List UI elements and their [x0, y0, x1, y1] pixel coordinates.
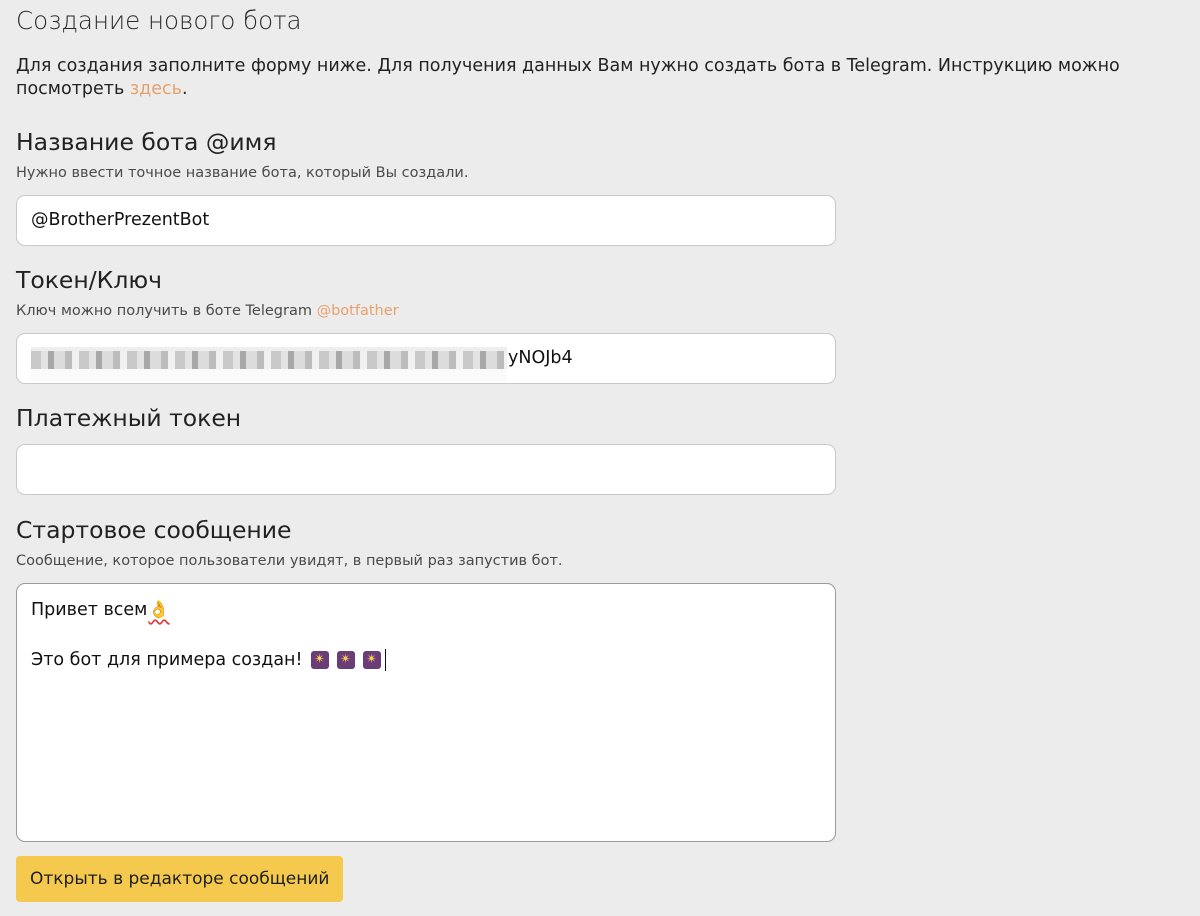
start-message-hint: Сообщение, которое пользователи увидят, … — [16, 553, 563, 569]
start-message-label: Стартовое сообщение — [16, 516, 292, 544]
token-hint-text: Ключ можно получить в боте Telegram — [16, 303, 317, 319]
bot-name-label: Название бота @имя — [16, 128, 277, 156]
botfather-link[interactable]: @botfather — [317, 303, 399, 319]
token-label: Токен/Ключ — [16, 266, 163, 294]
ok-hand-icon: 👌 — [148, 600, 170, 620]
message-line-1: Привет всем 👌 — [31, 600, 170, 620]
sparkle-icon: ✴ — [310, 651, 329, 669]
sparkle-icon: ✴ — [336, 651, 355, 669]
sparkle-icon: ✴ — [362, 651, 381, 669]
message-greeting: Привет всем — [31, 600, 148, 620]
bot-name-input[interactable]: @BrotherPrezentBot — [16, 195, 836, 246]
token-input[interactable]: yNOJb4 — [16, 333, 836, 384]
redacted-token — [31, 347, 507, 381]
instruction-link[interactable]: здесь — [130, 79, 182, 99]
message-line-2: Это бот для примера создан! ✴ ✴ ✴ — [31, 649, 386, 671]
payment-token-input[interactable] — [16, 444, 836, 495]
payment-token-label: Платежный токен — [16, 404, 242, 432]
page-title: Создание нового бота — [16, 6, 302, 35]
start-message-textarea[interactable]: Привет всем 👌 Это бот для примера создан!… — [16, 583, 836, 842]
message-body: Это бот для примера создан! — [31, 650, 303, 670]
token-hint: Ключ можно получить в боте Telegram @bot… — [16, 303, 399, 319]
token-visible-tail: yNOJb4 — [508, 348, 573, 368]
text-caret — [384, 649, 386, 671]
intro-paragraph: Для создания заполните форму ниже. Для п… — [16, 55, 1186, 101]
bot-name-hint: Нужно ввести точное название бота, котор… — [16, 165, 469, 181]
bot-name-value: @BrotherPrezentBot — [31, 210, 210, 230]
open-editor-button[interactable]: Открыть в редакторе сообщений — [16, 856, 344, 902]
intro-end: . — [181, 79, 188, 99]
